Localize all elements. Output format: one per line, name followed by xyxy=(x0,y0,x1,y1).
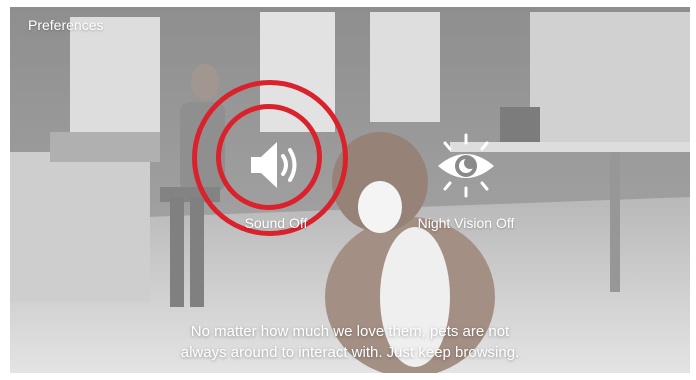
sound-label: Sound Off xyxy=(244,215,308,231)
info-message-line-1: No matter how much we love them, pets ar… xyxy=(190,323,510,340)
night-vision-label: Night Vision Off xyxy=(417,215,515,231)
info-message-line-2: always around to interact with. Just kee… xyxy=(180,344,520,361)
camera-view: Preferences Sound Off Night Vision Off N… xyxy=(10,7,690,373)
page-title: Preferences xyxy=(28,17,104,33)
speaker-icon xyxy=(251,142,297,188)
eye-moon-icon xyxy=(438,133,494,198)
info-message: No matter how much we love them, pets ar… xyxy=(10,321,690,363)
overlay-tint xyxy=(10,7,690,373)
